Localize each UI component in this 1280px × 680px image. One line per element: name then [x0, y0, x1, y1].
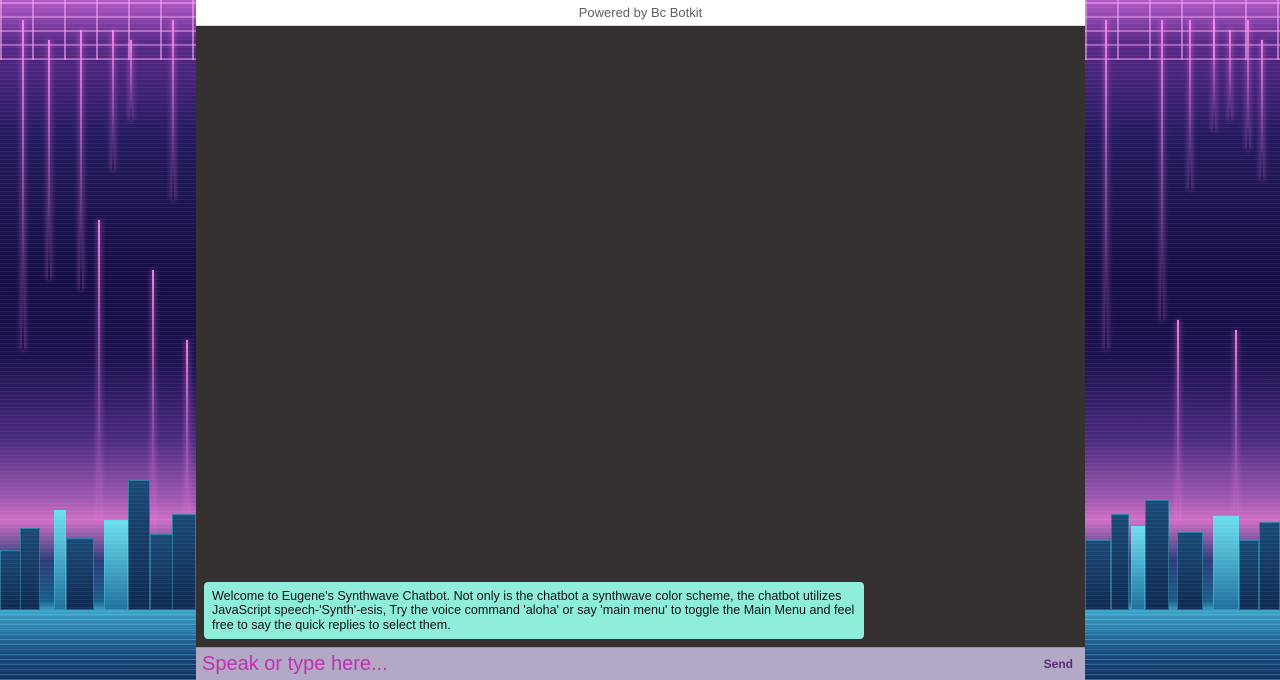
- powered-by-label: Powered by Bc Botkit: [578, 5, 703, 20]
- message-composer: Send: [196, 647, 1085, 680]
- synthwave-background-right: [1085, 0, 1280, 680]
- message-input[interactable]: [196, 648, 1029, 680]
- bot-message: Welcome to Eugene's Synthwave Chatbot. N…: [204, 581, 864, 639]
- synthwave-background-left: [0, 0, 196, 680]
- chat-window: Powered by Bc Botkit Welcome to Eugene's…: [196, 0, 1085, 680]
- chat-header: Powered by Bc Botkit: [196, 0, 1085, 26]
- message-list[interactable]: Welcome to Eugene's Synthwave Chatbot. N…: [196, 26, 1085, 647]
- send-button[interactable]: Send: [1029, 648, 1085, 680]
